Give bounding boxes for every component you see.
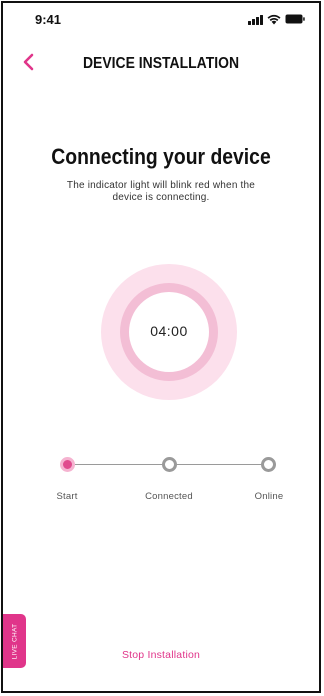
instruction-line-1: The indicator light will blink red when … <box>66 180 256 191</box>
instruction-line-2: device is connecting. <box>112 192 210 203</box>
status-time: 9:41 <box>35 12 62 27</box>
signal-icon <box>248 14 263 25</box>
status-bar: 9:41 <box>3 3 319 37</box>
step-label-online: Online <box>254 491 284 502</box>
battery-icon <box>285 14 305 24</box>
instruction-text: The indicator light will blink red when … <box>63 180 259 204</box>
step-connector <box>177 464 269 465</box>
step-dot-start <box>60 457 75 472</box>
step-label-start: Start <box>56 491 78 502</box>
step-connector <box>75 464 167 465</box>
timer-value: 04:00 <box>150 323 188 339</box>
step-dot-connected <box>162 457 177 472</box>
phone-frame: 9:41 DEVICE INSTALLATION Connecting your… <box>1 1 321 693</box>
wifi-icon <box>267 14 281 25</box>
nav-bar: DEVICE INSTALLATION <box>3 47 319 81</box>
connecting-heading: Connecting your device <box>51 144 271 169</box>
countdown-timer: 04:00 <box>101 264 237 400</box>
step-label-connected: Connected <box>145 491 193 502</box>
progress-stepper: Start Connected Online <box>3 453 319 513</box>
page-title: DEVICE INSTALLATION <box>82 55 240 72</box>
status-icons <box>248 13 305 25</box>
step-dot-online <box>261 457 276 472</box>
stop-installation-link[interactable]: Stop Installation <box>3 649 319 661</box>
